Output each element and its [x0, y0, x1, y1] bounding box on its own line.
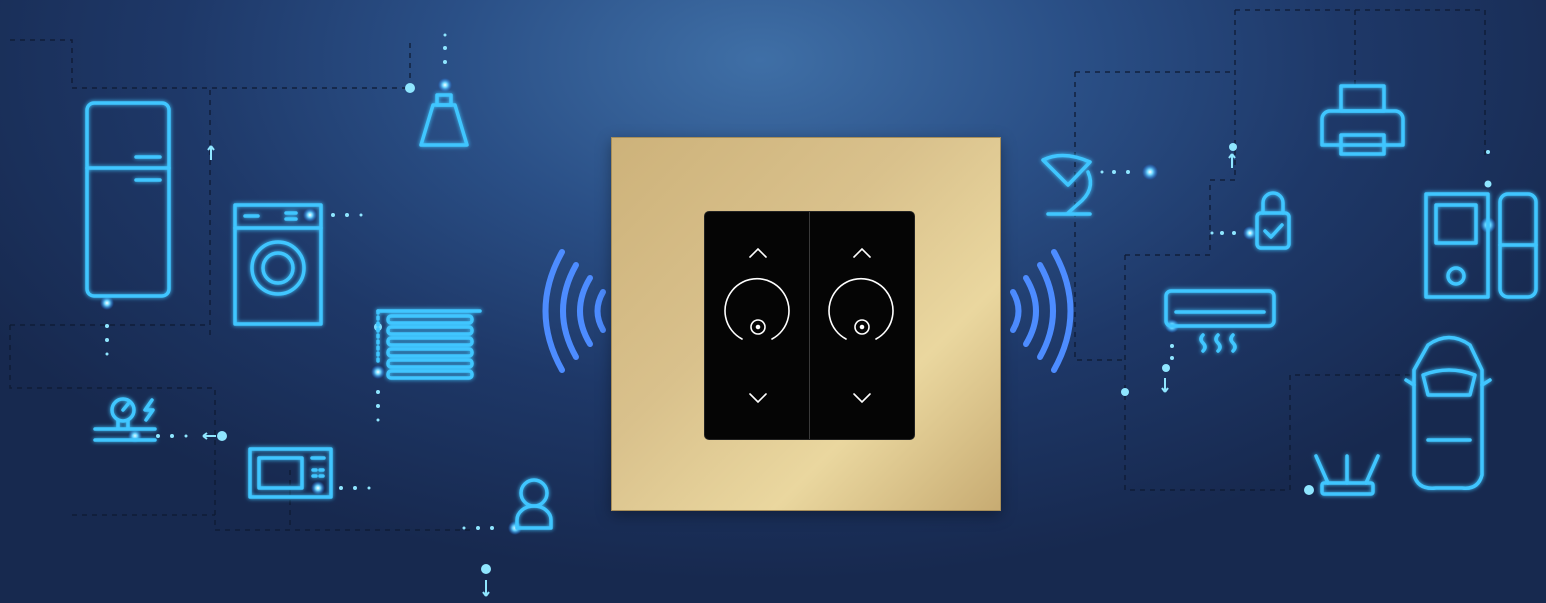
router-icon — [1314, 454, 1380, 496]
touch-key-2[interactable] — [810, 212, 914, 439]
air-conditioner-icon — [1164, 289, 1276, 353]
intercom-icon — [1424, 192, 1538, 299]
touch-key-1[interactable] — [705, 212, 809, 439]
chevron-up-icon[interactable] — [749, 247, 767, 258]
wireless-signal-right-icon — [1010, 249, 1074, 373]
pendant-lamp-icon — [419, 93, 469, 147]
washing-machine-icon — [233, 203, 323, 326]
touch-glass-panel — [705, 212, 914, 439]
printer-icon — [1320, 84, 1405, 156]
desk-lamp-icon — [1041, 153, 1093, 216]
car-icon — [1404, 335, 1492, 490]
chevron-up-icon[interactable] — [853, 247, 871, 258]
chevron-down-icon[interactable] — [749, 393, 767, 404]
smart-lock-icon — [1255, 191, 1291, 250]
dimmer-knob-icon[interactable] — [828, 278, 894, 340]
dimmer-knob-icon[interactable] — [724, 278, 790, 340]
chevron-down-icon[interactable] — [853, 393, 871, 404]
refrigerator-icon — [85, 101, 171, 298]
window-blinds-icon — [376, 309, 482, 380]
water-meter-icon — [93, 397, 157, 442]
wireless-signal-left-icon — [542, 249, 606, 373]
person-sensor-icon — [515, 478, 553, 530]
